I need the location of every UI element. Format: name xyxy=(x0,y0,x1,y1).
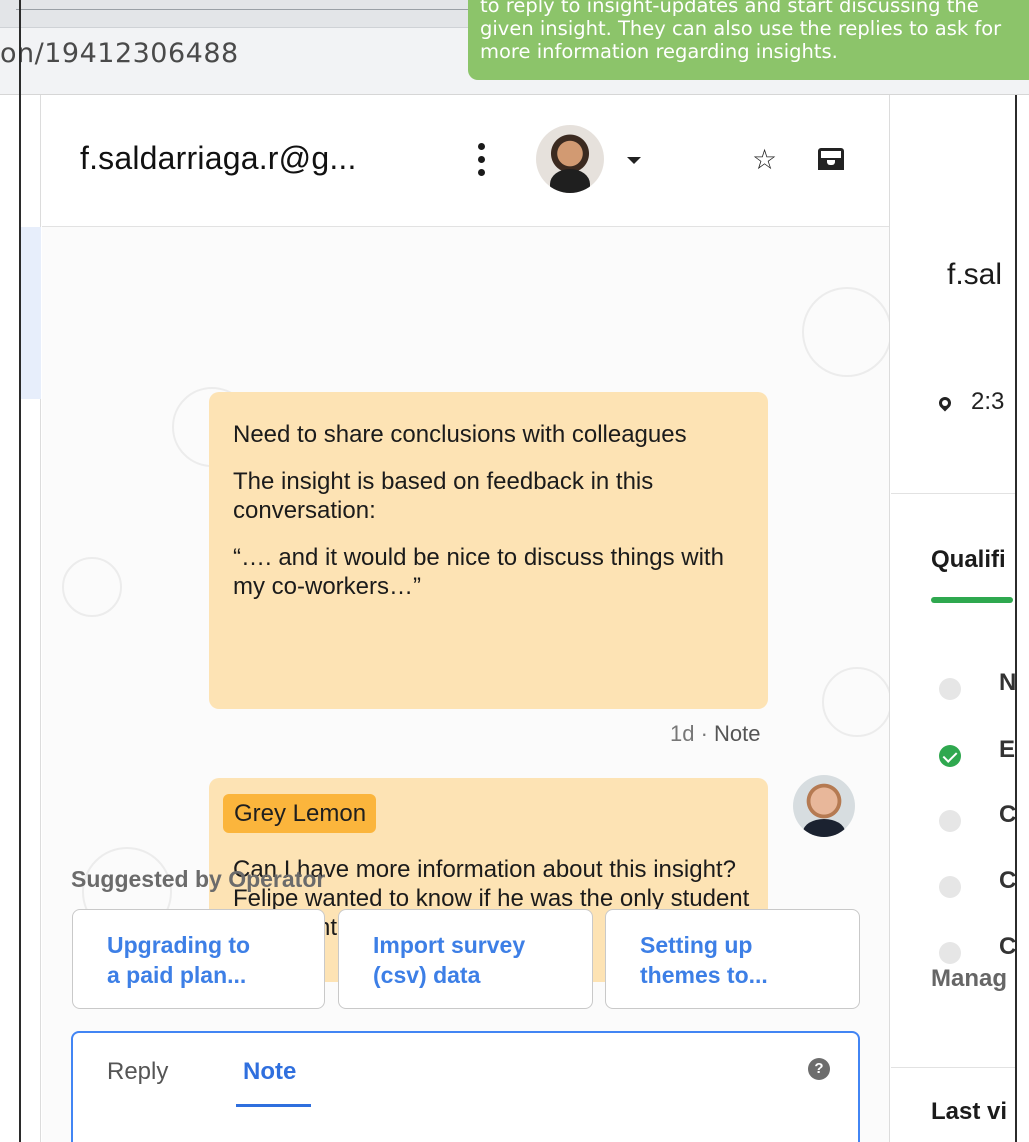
background-doodle xyxy=(802,287,889,377)
conversation-list-strip xyxy=(21,95,41,1142)
tab-note[interactable]: Note xyxy=(243,1058,296,1086)
qualification-progress xyxy=(931,597,1013,603)
inbox-icon[interactable] xyxy=(818,148,844,170)
active-tab-indicator xyxy=(236,1104,311,1107)
qualification-item-label[interactable]: N xyxy=(999,669,1015,697)
author-tag: Grey Lemon xyxy=(223,794,377,833)
internal-note: Need to share conclusions with colleague… xyxy=(209,392,768,709)
suggestion-label: Upgrading to a paid plan... xyxy=(107,932,251,988)
chevron-down-icon[interactable] xyxy=(627,157,641,164)
suggestion-label: Import survey (csv) data xyxy=(373,932,526,988)
note-title: Need to share conclusions with colleague… xyxy=(233,421,687,448)
suggested-label: Suggested by Operator xyxy=(71,866,326,892)
suggestion-themes-button[interactable]: Setting up themes to... xyxy=(605,909,860,1009)
contact-details-panel: f.sal 2:3 Qualifi N E C C C Manag Last v… xyxy=(891,95,1015,1142)
note-author-avatar xyxy=(793,775,855,837)
more-options-icon[interactable] xyxy=(474,143,488,183)
background-doodle xyxy=(822,667,889,737)
qualification-item-label[interactable]: C xyxy=(999,801,1015,829)
check-circle-icon xyxy=(939,745,961,767)
url-text[interactable]: on/19412306488 xyxy=(0,38,239,69)
selected-conversation-highlight[interactable] xyxy=(21,227,41,399)
qualification-status-dot xyxy=(939,942,961,964)
suggestion-import-survey-button[interactable]: Import survey (csv) data xyxy=(338,909,593,1009)
note-time: 1d xyxy=(670,721,695,746)
tab-reply[interactable]: Reply xyxy=(107,1058,168,1086)
contact-name: f.sal xyxy=(947,258,1003,291)
tutorial-tooltip: to reply to insight-updates and start di… xyxy=(468,0,1029,80)
location-pin-icon xyxy=(936,394,954,412)
qualification-item-label[interactable]: E xyxy=(999,736,1015,764)
note-quote: “…. and it would be nice to discuss thin… xyxy=(233,544,724,600)
conversation-title: f.saldarriaga.r@g... xyxy=(80,140,357,176)
composer[interactable]: Reply Note ? xyxy=(71,1031,860,1142)
suggestion-label: Setting up themes to... xyxy=(640,932,768,988)
qualification-label: Qualifi xyxy=(931,546,1006,573)
qualification-item-label[interactable]: C xyxy=(999,867,1015,895)
manage-link[interactable]: Manag xyxy=(931,965,1007,993)
note-body: The insight is based on feedback in this… xyxy=(233,468,654,524)
star-icon[interactable]: ☆ xyxy=(752,143,777,176)
qualification-status-dot xyxy=(939,876,961,898)
note-type: Note xyxy=(714,721,761,746)
background-doodle xyxy=(62,557,122,617)
conversation-header: f.saldarriaga.r@g... ☆ xyxy=(42,95,889,227)
contact-local-time: 2:3 xyxy=(971,388,1005,415)
tab-edge xyxy=(16,0,476,10)
qualification-status-dot xyxy=(939,678,961,700)
qualification-item-label[interactable]: C xyxy=(999,933,1015,961)
window-right-border xyxy=(1015,95,1017,1142)
divider xyxy=(891,493,1015,494)
conversation-panel: f.saldarriaga.r@g... ☆ Need to share con… xyxy=(42,95,890,1142)
assignee-avatar[interactable] xyxy=(536,125,604,193)
suggestion-upgrading-button[interactable]: Upgrading to a paid plan... xyxy=(72,909,325,1009)
last-visited-label: Last vi xyxy=(931,1098,1008,1125)
divider xyxy=(891,1067,1015,1068)
note-meta: 1d · Note xyxy=(670,721,761,746)
qualification-status-dot xyxy=(939,810,961,832)
help-icon[interactable]: ? xyxy=(808,1058,830,1080)
